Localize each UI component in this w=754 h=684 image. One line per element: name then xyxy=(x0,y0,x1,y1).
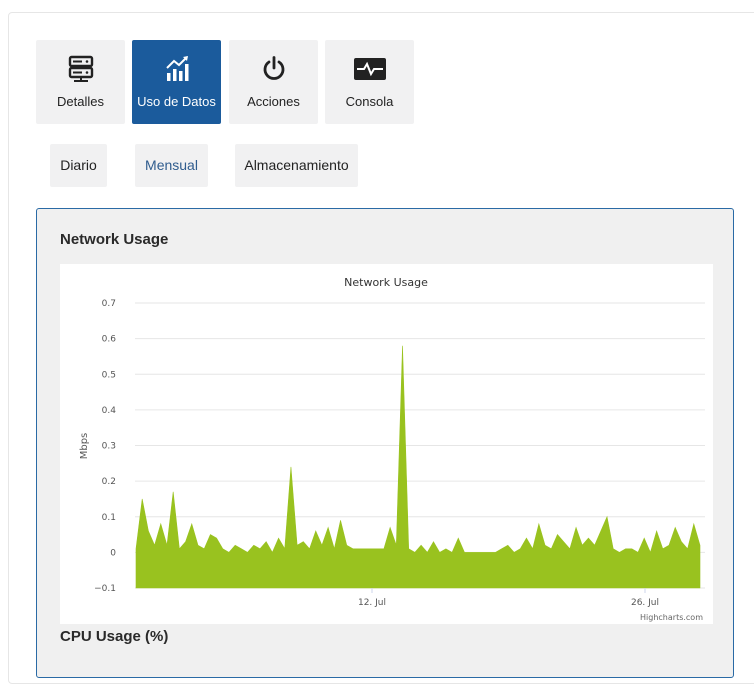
x-tick-label: 26. Jul xyxy=(631,598,659,608)
y-tick-label: 0.7 xyxy=(102,299,116,309)
network-usage-area[interactable] xyxy=(135,345,701,589)
card-title: Network Usage xyxy=(60,231,169,248)
y-tick-label: −0.1 xyxy=(94,584,116,594)
tab-label: Acciones xyxy=(247,94,300,109)
x-tick-label: 12. Jul xyxy=(358,598,386,608)
tab-consola[interactable]: Consola xyxy=(325,40,414,124)
x-axis-ticks: 12. Jul 26. Jul xyxy=(358,588,659,608)
tab-label: Detalles xyxy=(57,94,104,109)
subtab-mensual[interactable]: Mensual xyxy=(135,144,208,187)
tab-detalles[interactable]: Detalles xyxy=(36,40,125,124)
series-area xyxy=(135,345,701,589)
y-axis-ticks: 0.7 0.6 0.5 0.4 0.3 0.2 0.1 0 −0.1 xyxy=(94,299,116,594)
network-usage-card: Network Usage Network Usage Mbps 0.7 0.6 0… xyxy=(36,208,734,678)
y-axis-label: Mbps xyxy=(79,433,90,460)
chart-credit[interactable]: Highcharts.com xyxy=(640,613,703,622)
y-tick-label: 0.6 xyxy=(102,335,117,345)
chart-icon xyxy=(132,54,221,84)
y-tick-label: 0.1 xyxy=(102,513,116,523)
server-icon xyxy=(36,54,125,84)
y-tick-label: 0.2 xyxy=(102,477,116,487)
tab-label: Uso de Datos xyxy=(137,94,216,109)
power-icon xyxy=(229,54,318,84)
cpu-usage-title: CPU Usage (%) xyxy=(60,628,169,645)
y-tick-label: 0.4 xyxy=(102,406,117,416)
y-tick-label: 0.3 xyxy=(102,442,116,452)
y-tick-label: 0.5 xyxy=(102,370,116,380)
terminal-pulse-icon xyxy=(325,54,414,84)
network-usage-chart: Network Usage Mbps 0.7 0.6 0.5 0.4 0.3 0.2 0.1… xyxy=(60,264,713,624)
subtab-almacenamiento[interactable]: Almacenamiento xyxy=(235,144,358,187)
y-tick-label: 0 xyxy=(110,548,116,558)
tab-label: Consola xyxy=(345,94,394,109)
chart-title: Network Usage xyxy=(344,276,428,289)
subtab-diario[interactable]: Diario xyxy=(50,144,107,187)
tab-uso-de-datos[interactable]: Uso de Datos xyxy=(132,40,221,124)
tab-acciones[interactable]: Acciones xyxy=(229,40,318,124)
chart-svg: Network Usage Mbps 0.7 0.6 0.5 0.4 0.3 0.2 0.1… xyxy=(79,276,705,622)
